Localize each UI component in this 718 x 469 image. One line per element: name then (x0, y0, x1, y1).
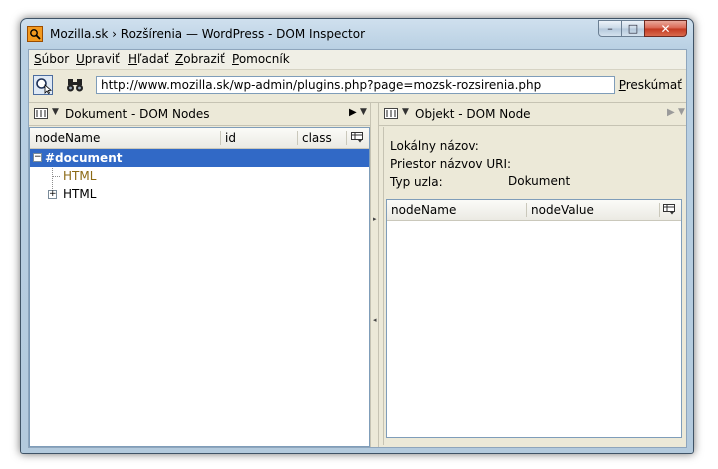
client-area: Súbor Upraviť Hľadať Zobraziť Pomocník h… (28, 49, 687, 448)
column-separator (659, 203, 660, 217)
tree-node-label: HTML (63, 187, 97, 201)
document-pane: ▼ Dokument - DOM Nodes ▶ ▼ nodeName id c… (29, 103, 370, 447)
close-button[interactable]: ✕ (644, 20, 687, 37)
menu-file[interactable]: Súbor (34, 52, 69, 66)
object-pane-title: Objekt - DOM Node (415, 107, 531, 121)
minimize-button[interactable]: – (598, 20, 622, 37)
caption-buttons: – □ ✕ (598, 20, 687, 39)
binoculars-icon (67, 79, 83, 92)
pane-splitter[interactable]: ▸ ◂ (370, 103, 379, 447)
tree-node-label: #document (45, 151, 123, 165)
maximize-button[interactable]: □ (621, 20, 645, 37)
splitter-grip-icon[interactable]: ◂ (373, 317, 377, 324)
column-nodevalue[interactable]: nodeValue (531, 203, 594, 217)
maximize-icon: □ (627, 22, 639, 35)
app-icon (27, 26, 43, 42)
tree-node-label: HTML (63, 169, 97, 183)
title-bar[interactable]: Mozilla.sk › Rozšírenia — WordPress - DO… (21, 19, 693, 49)
column-separator[interactable] (220, 131, 221, 145)
expand-twisty-icon[interactable]: + (48, 190, 57, 199)
attributes-table[interactable]: nodeName nodeValue (386, 199, 682, 438)
viewer-dropdown-icon[interactable]: ▼ (402, 107, 409, 117)
column-id[interactable]: id (225, 131, 236, 145)
column-separator[interactable] (297, 131, 298, 145)
column-class[interactable]: class (302, 131, 332, 145)
column-nodename[interactable]: nodeName (391, 203, 456, 217)
node-info: Lokálny názov: Priestor názvov URI: Typ … (383, 127, 685, 445)
tree-row-html-text[interactable]: HTML (30, 167, 369, 185)
menu-edit[interactable]: Upraviť (76, 52, 120, 66)
pane-menu-dropdown-icon: ▼ (678, 107, 685, 117)
menu-help[interactable]: Pomocník (232, 52, 290, 66)
document-pane-title: Dokument - DOM Nodes (65, 107, 210, 121)
column-picker-icon[interactable] (663, 204, 675, 215)
splitter-grip-icon[interactable]: ▸ (373, 216, 377, 223)
menu-search[interactable]: Hľadať (128, 52, 169, 66)
pane-menu-arrow-icon[interactable]: ▶ (349, 107, 357, 118)
object-pane-header: ▼ Objekt - DOM Node ▶ ▼ (379, 103, 686, 126)
pane-menu-dropdown-icon[interactable]: ▼ (360, 107, 367, 117)
inspect-url-button[interactable]: Preskúmať (619, 78, 682, 92)
minimize-icon: – (607, 22, 613, 35)
tree-column-header: nodeName id class (30, 128, 369, 149)
viewer-dropdown-icon[interactable]: ▼ (52, 107, 59, 117)
document-pane-header: ▼ Dokument - DOM Nodes ▶ ▼ (29, 103, 370, 126)
collapse-twisty-icon[interactable]: − (33, 153, 42, 162)
app-window: Mozilla.sk › Rozšírenia — WordPress - DO… (20, 18, 694, 454)
url-input[interactable] (96, 76, 615, 94)
inspect-element-button[interactable] (33, 75, 53, 95)
column-nodename[interactable]: nodeName (35, 131, 100, 145)
attributes-column-header: nodeName nodeValue (387, 200, 681, 221)
column-separator (346, 131, 347, 145)
viewer-list-icon[interactable] (34, 108, 48, 119)
tree-row-document[interactable]: − #document (30, 149, 369, 167)
viewer-list-icon[interactable] (384, 108, 398, 119)
close-icon: ✕ (660, 22, 671, 36)
object-pane: ▼ Objekt - DOM Node ▶ ▼ Lokálny názov: P… (379, 103, 686, 447)
namespace-uri-label: Priestor názvov URI: (390, 157, 512, 171)
menu-bar: Súbor Upraviť Hľadať Zobraziť Pomocník (29, 50, 686, 70)
menu-view[interactable]: Zobraziť (175, 52, 225, 66)
column-picker-icon[interactable] (351, 132, 363, 143)
column-separator[interactable] (526, 203, 527, 217)
tree-row-html[interactable]: + HTML (30, 185, 369, 203)
toolbar: Preskúmať (29, 70, 686, 103)
dom-tree[interactable]: nodeName id class − #document HTML + HTM… (29, 127, 370, 447)
inspect-pointer-icon (36, 78, 52, 95)
node-type-label: Typ uzla: (390, 175, 443, 189)
find-nodes-button[interactable] (66, 77, 84, 93)
node-type-value: Dokument (508, 174, 571, 188)
window-title: Mozilla.sk › Rozšírenia — WordPress - DO… (50, 27, 366, 41)
local-name-label: Lokálny názov: (390, 139, 479, 153)
pane-menu-arrow-icon: ▶ (667, 107, 675, 118)
